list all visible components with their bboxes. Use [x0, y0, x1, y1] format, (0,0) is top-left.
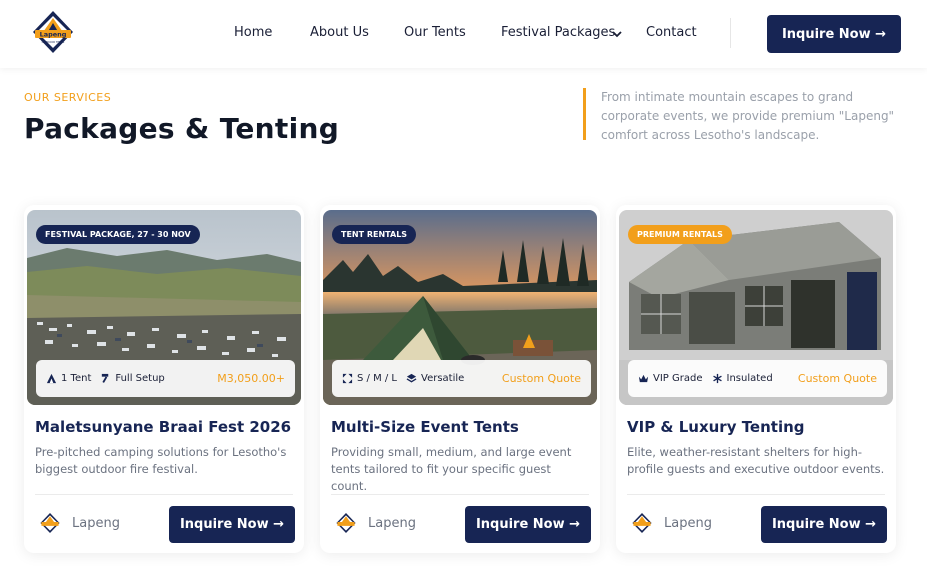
lapeng-logo[interactable]: Lapeng OUTDOOR TENTS — [30, 9, 76, 55]
package-card-event-tents[interactable]: TENT RENTALS S / M / L Versatile Custom … — [320, 205, 600, 553]
card-inquire-button[interactable]: Inquire Now → — [169, 506, 295, 543]
vip-tent-image: PREMIUM RENTALS VIP Grade Insulated Cust… — [619, 210, 893, 405]
festival-camp-image: FESTIVAL PACKAGE, 27 - 30 NOV 1 Tent Ful… — [27, 210, 301, 405]
feature-insulated: Insulated — [726, 373, 773, 384]
camp-tent-icon — [46, 373, 57, 384]
card-info-bar: 1 Tent Full Setup M3,050.00+ — [36, 360, 295, 397]
site-header: Lapeng OUTDOOR TENTS Home About Us Our T… — [0, 0, 927, 68]
card-title[interactable]: Maletsunyane Braai Fest 2026 — [35, 418, 291, 436]
card-badge: FESTIVAL PACKAGE, 27 - 30 NOV — [36, 225, 200, 244]
card-title[interactable]: Multi-Size Event Tents — [331, 418, 519, 436]
card-divider — [331, 494, 589, 495]
crown-icon — [638, 374, 649, 383]
card-description: Elite, weather-resistant shelters for hi… — [627, 445, 885, 476]
lakeside-tent-image: TENT RENTALS S / M / L Versatile Custom … — [323, 210, 597, 405]
section-eyebrow: OUR SERVICES — [24, 91, 112, 104]
svg-text:OUTDOOR TENTS: OUTDOOR TENTS — [42, 40, 65, 44]
nav-about-us[interactable]: About Us — [310, 25, 369, 40]
card-price: M3,050.00+ — [217, 372, 285, 385]
package-card-vip-tenting[interactable]: PREMIUM RENTALS VIP Grade Insulated Cust… — [616, 205, 896, 553]
card-badge: TENT RENTALS — [332, 225, 417, 244]
card-divider — [35, 494, 293, 495]
card-brand: Lapeng — [664, 516, 712, 531]
card-brand: Lapeng — [368, 516, 416, 531]
nav-festival-packages[interactable]: Festival Packages — [501, 25, 615, 40]
card-divider — [627, 494, 885, 495]
package-card-braai-fest[interactable]: FESTIVAL PACKAGE, 27 - 30 NOV 1 Tent Ful… — [24, 205, 304, 553]
header-inquire-button[interactable]: Inquire Now → — [767, 15, 901, 53]
intro-accent-bar — [583, 88, 586, 140]
snowflake-icon — [712, 373, 722, 384]
feature-sizes: S / M / L — [357, 373, 397, 384]
card-info-bar: VIP Grade Insulated Custom Quote — [628, 360, 887, 397]
card-description: Pre-pitched camping solutions for Lesoth… — [35, 445, 287, 476]
expand-arrows-icon — [342, 373, 353, 384]
feature-tents: 1 Tent — [61, 373, 92, 384]
svg-text:Lapeng: Lapeng — [40, 31, 67, 39]
nav-our-tents[interactable]: Our Tents — [404, 25, 466, 40]
card-badge: PREMIUM RENTALS — [628, 225, 732, 244]
feature-versatile: Versatile — [421, 373, 465, 384]
chevron-down-icon[interactable] — [612, 30, 622, 38]
lapeng-mini-logo — [336, 512, 356, 534]
section-intro: From intimate mountain escapes to grand … — [601, 90, 895, 142]
card-price: Custom Quote — [797, 372, 877, 385]
lapeng-mini-logo — [40, 512, 60, 534]
card-info-bar: S / M / L Versatile Custom Quote — [332, 360, 591, 397]
card-inquire-button[interactable]: Inquire Now → — [761, 506, 887, 543]
lapeng-mini-logo — [632, 512, 652, 534]
layers-icon — [406, 373, 417, 383]
section-title: Packages & Tenting — [24, 112, 340, 145]
feature-setup: Full Setup — [115, 373, 165, 384]
nav-divider — [730, 18, 731, 48]
feature-vip-grade: VIP Grade — [653, 373, 703, 384]
nav-home[interactable]: Home — [234, 25, 272, 40]
card-title[interactable]: VIP & Luxury Tenting — [627, 418, 805, 436]
nav-contact[interactable]: Contact — [646, 25, 697, 40]
card-price: Custom Quote — [501, 372, 581, 385]
card-description: Providing small, medium, and large event… — [331, 445, 572, 493]
card-inquire-button[interactable]: Inquire Now → — [465, 506, 591, 543]
hammer-icon — [102, 373, 109, 383]
card-brand: Lapeng — [72, 516, 120, 531]
